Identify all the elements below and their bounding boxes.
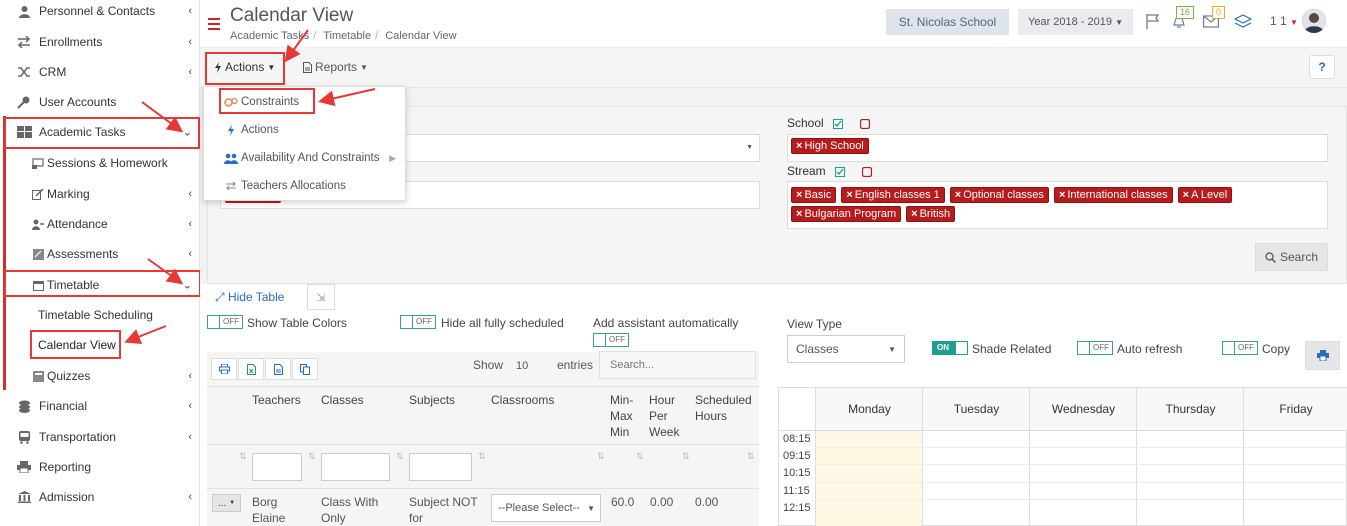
annotation-arrows <box>124 29 376 345</box>
